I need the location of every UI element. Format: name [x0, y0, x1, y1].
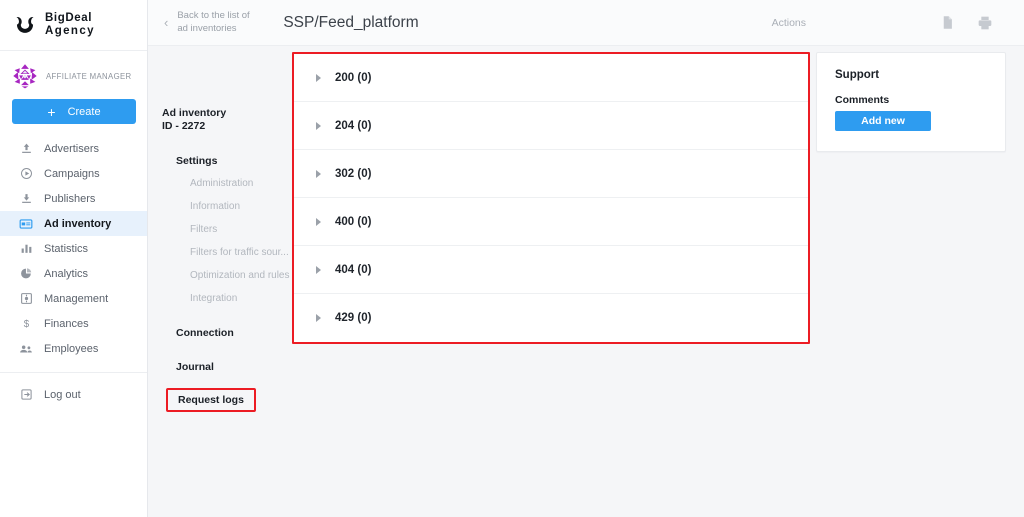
accordion-row[interactable]: 204 (0) [294, 102, 808, 150]
sidebar-item-label: Log out [44, 388, 81, 401]
svg-text:$: $ [23, 319, 29, 330]
ad-card-icon [19, 217, 33, 231]
accordion-row[interactable]: 400 (0) [294, 198, 808, 246]
brand-line-2: Agency [45, 25, 95, 37]
account-role-label: AFFILIATE MANAGER [46, 71, 132, 81]
accordion-row[interactable]: 404 (0) [294, 246, 808, 294]
subnav-item-administration[interactable]: Administration [162, 172, 292, 195]
comments-label: Comments [835, 94, 890, 106]
create-button[interactable]: + Create [12, 99, 136, 124]
accordion-row[interactable]: 429 (0) [294, 294, 808, 342]
entity-id: ID - 2272 [162, 120, 206, 133]
document-icon[interactable] [934, 10, 960, 36]
primary-sidebar: BigDeal Agency AFFILIATE MANAGER + Creat… [0, 0, 148, 517]
add-new-comment-button[interactable]: Add new [835, 111, 931, 131]
brand-line-1: BigDeal [45, 11, 93, 24]
sidebar-item-label: Employees [44, 342, 99, 355]
dollar-sign-icon: $ [19, 317, 33, 331]
entity-title: Ad inventory [162, 107, 227, 119]
page-title: SSP/Feed_platform [283, 13, 419, 31]
caret-right-icon [316, 121, 321, 130]
account-row: AFFILIATE MANAGER [12, 63, 137, 89]
sidebar-item-label: Ad inventory [44, 217, 112, 230]
bigdeal-shield-logo-icon [14, 14, 36, 36]
sidebar-item-label: Finances [44, 317, 89, 330]
sidebar-item-label: Analytics [44, 267, 89, 280]
settings-group: Settings Administration Information Filt… [162, 150, 292, 310]
upload-arrow-icon [19, 142, 33, 156]
caret-right-icon [316, 169, 321, 178]
sidebar-item-advertisers[interactable]: Advertisers [0, 136, 147, 161]
sidebar-divider [0, 372, 147, 373]
caret-right-icon [316, 314, 321, 322]
plus-icon: + [47, 103, 56, 120]
play-circle-icon [19, 167, 33, 181]
accordion-row[interactable]: 302 (0) [294, 150, 808, 198]
support-card-title: Support [835, 69, 880, 81]
sidebar-item-campaigns[interactable]: Campaigns [0, 161, 147, 186]
sidebar-item-label: Campaigns [44, 167, 100, 180]
subnav-item-information[interactable]: Information [162, 195, 292, 218]
accordion-row[interactable]: 200 (0) [294, 54, 808, 102]
create-button-label: Create [67, 105, 101, 118]
subnav-item-filters-traffic-sources[interactable]: Filters for traffic sour... [162, 241, 292, 264]
caret-right-icon [316, 217, 321, 226]
user-identicon-avatar-icon[interactable] [12, 63, 38, 89]
download-arrow-icon [19, 192, 33, 206]
sidebar-item-label: Management [44, 292, 109, 305]
sidebar-item-management[interactable]: Management [0, 286, 147, 311]
accordion-row-label: 302 (0) [335, 167, 372, 180]
subnav-item-filters[interactable]: Filters [162, 218, 292, 241]
subnav-header-connection[interactable]: Connection [162, 322, 292, 344]
logout-icon [19, 388, 33, 402]
sidebar-item-label: Statistics [44, 242, 89, 255]
settings-box-icon [19, 292, 33, 306]
sidebar-item-analytics[interactable]: Analytics [0, 261, 147, 286]
caret-right-icon [316, 73, 321, 82]
sidebar-item-label: Publishers [44, 192, 96, 205]
people-icon [19, 342, 33, 356]
sidebar-item-logout[interactable]: Log out [0, 382, 147, 407]
sidebar-nav: Advertisers Campaigns Publishers Ad inve… [0, 136, 147, 407]
accordion-row-label: 400 (0) [335, 215, 372, 228]
brand-logo[interactable]: BigDeal Agency [0, 0, 147, 51]
subnav-item-optimization-and-rules[interactable]: Optimization and rules [162, 264, 292, 287]
subnav-item-integration[interactable]: Integration [162, 287, 292, 310]
app-window: BigDeal Agency AFFILIATE MANAGER + Creat… [0, 0, 1024, 517]
request-logs-highlight: Request logs [166, 388, 256, 413]
support-card: Support Comments Add new [816, 52, 1006, 152]
chevron-left-icon: ‹ [164, 15, 169, 30]
accordion-row-label: 429 (0) [335, 312, 372, 324]
caret-right-icon [316, 265, 321, 274]
accordion-row-label: 404 (0) [335, 263, 372, 276]
back-to-list-label: Back to the list of ad inventories [177, 9, 250, 34]
sidebar-item-statistics[interactable]: Statistics [0, 236, 147, 261]
sidebar-item-finances[interactable]: $ Finances [0, 311, 147, 336]
sidebar-item-label: Advertisers [44, 142, 100, 155]
sidebar-item-publishers[interactable]: Publishers [0, 186, 147, 211]
pie-chart-icon [19, 267, 33, 281]
sidebar-item-employees[interactable]: Employees [0, 336, 147, 361]
top-header: ‹ Back to the list of ad inventories SSP… [148, 0, 1024, 46]
accordion-row-label: 204 (0) [335, 119, 372, 132]
print-icon[interactable] [972, 10, 998, 36]
subnav-header-journal[interactable]: Journal [162, 356, 292, 378]
accordion-row-label: 200 (0) [335, 71, 372, 84]
secondary-nav: Ad inventory ID - 2272 Settings Administ… [148, 46, 292, 413]
subnav-header-request-logs[interactable]: Request logs [178, 394, 244, 406]
actions-menu-button[interactable]: Actions [772, 17, 806, 29]
bar-chart-icon [19, 242, 33, 256]
back-to-list-button[interactable]: ‹ Back to the list of ad inventories [148, 10, 257, 36]
brand-text: BigDeal Agency [45, 12, 95, 38]
status-code-accordion-panel: 200 (0) 204 (0) 302 (0) 400 (0) 404 (0) [292, 52, 810, 344]
subnav-header-settings[interactable]: Settings [162, 150, 292, 172]
account-block: AFFILIATE MANAGER [0, 51, 147, 89]
main-area: ‹ Back to the list of ad inventories SSP… [148, 0, 1024, 517]
header-actions: Actions [772, 10, 1024, 36]
sidebar-item-ad-inventory[interactable]: Ad inventory [0, 211, 147, 236]
